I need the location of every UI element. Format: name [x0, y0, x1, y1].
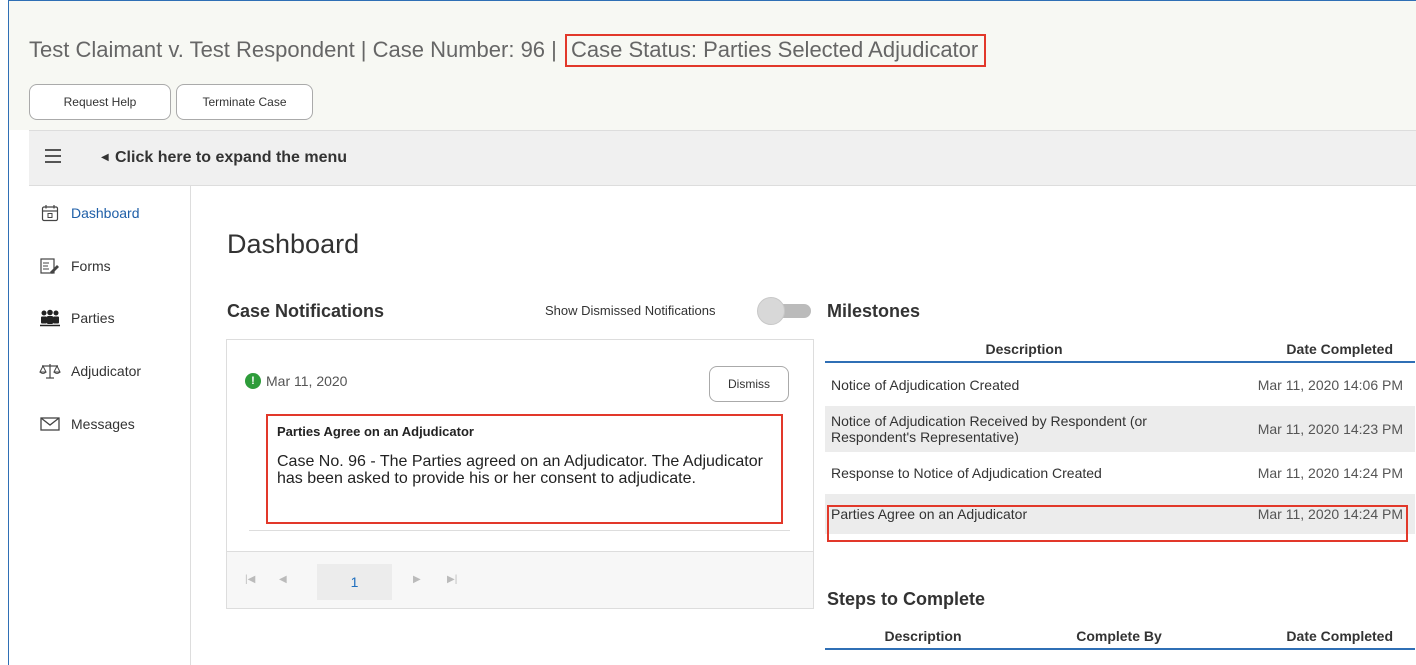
notifications-panel: ! Mar 11, 2020 Dismiss Parties Agree on …	[226, 339, 814, 609]
people-icon	[39, 308, 61, 328]
milestone-description: Notice of Adjudication Created	[831, 376, 1020, 393]
menu-bar[interactable]: ◀ Click here to expand the menu	[29, 130, 1416, 186]
column-header: Description	[825, 336, 1223, 363]
prev-page-icon[interactable]: ◀	[279, 574, 287, 585]
calendar-icon	[39, 203, 61, 223]
case-header: Test Claimant v. Test Respondent | Case …	[9, 1, 1416, 130]
milestone-date: Mar 11, 2020 14:06 PM	[1257, 376, 1403, 393]
notification-date: ! Mar 11, 2020	[245, 373, 347, 389]
page-title: Dashboard	[227, 229, 360, 259]
notification-date-text: Mar 11, 2020	[266, 373, 348, 389]
notifications-title: Case Notifications	[227, 301, 385, 321]
app-frame: Test Claimant v. Test Respondent | Case …	[8, 0, 1416, 665]
next-page-icon[interactable]: ▶	[413, 574, 421, 585]
sidebar-item-label: Adjudicator	[71, 363, 142, 379]
case-status: Case Status: Parties Selected Adjudicato…	[565, 34, 987, 67]
milestone-description: Notice of Adjudication Received by Respo…	[825, 406, 1223, 452]
toggle-knob	[757, 297, 785, 325]
column-header: Complete By	[1021, 623, 1217, 650]
caret-left-icon: ◀	[101, 152, 109, 163]
alert-icon: !	[245, 373, 261, 389]
divider	[249, 530, 790, 531]
sidebar-item-parties[interactable]: Parties	[39, 307, 115, 329]
column-header: Date Completed	[1223, 336, 1415, 363]
sidebar: Dashboard Forms Parties Adjudicator Mess…	[29, 186, 191, 665]
case-title: Test Claimant v. Test Respondent | Case …	[29, 34, 987, 67]
notification-body: Parties Agree on an Adjudicator Case No.…	[266, 414, 783, 524]
milestone-date: Mar 11, 2020 14:24 PM	[1257, 465, 1403, 481]
sidebar-item-forms[interactable]: Forms	[39, 255, 111, 277]
sidebar-item-label: Parties	[71, 310, 115, 326]
sidebar-item-label: Dashboard	[71, 205, 140, 221]
hamburger-icon[interactable]	[45, 149, 61, 167]
milestones-title: Milestones	[827, 301, 921, 321]
sidebar-item-messages[interactable]: Messages	[39, 413, 135, 435]
case-title-text: Test Claimant v. Test Respondent | Case …	[29, 37, 557, 62]
column-header: Description	[825, 623, 1021, 650]
notification-heading: Parties Agree on an Adjudicator	[277, 424, 474, 439]
terminate-case-button[interactable]: Terminate Case	[176, 84, 313, 120]
notification-text: Case No. 96 - The Parties agreed on an A…	[277, 453, 763, 487]
milestone-date: Mar 11, 2020 14:23 PM	[1223, 406, 1415, 452]
scales-icon	[39, 361, 61, 381]
steps-title: Steps to Complete	[827, 589, 986, 609]
forms-icon	[39, 256, 61, 276]
table-row: Response to Notice of Adjudication Creat…	[825, 452, 1415, 494]
milestone-description: Response to Notice of Adjudication Creat…	[831, 465, 1102, 481]
last-page-icon[interactable]: ▶|	[447, 574, 457, 585]
first-page-icon[interactable]: |◀	[245, 574, 255, 585]
notification-card: ! Mar 11, 2020 Dismiss Parties Agree on …	[227, 340, 813, 552]
envelope-icon	[39, 414, 61, 434]
show-dismissed-toggle[interactable]	[757, 297, 815, 325]
sidebar-item-label: Forms	[71, 258, 111, 274]
steps-table: Description Complete By Date Completed	[825, 623, 1415, 650]
column-header: Date Completed	[1217, 623, 1415, 650]
sidebar-item-label: Messages	[71, 416, 135, 432]
sidebar-item-adjudicator[interactable]: Adjudicator	[39, 360, 141, 382]
expand-menu-link[interactable]: Click here to expand the menu	[115, 149, 347, 167]
request-help-button[interactable]: Request Help	[29, 84, 171, 120]
sidebar-item-dashboard[interactable]: Dashboard	[39, 202, 140, 224]
milestone-highlight	[827, 505, 1408, 542]
table-row: Notice of Adjudication Received by Respo…	[825, 406, 1415, 452]
current-page[interactable]: 1	[317, 564, 392, 600]
table-row: Notice of Adjudication Created Mar 11, 2…	[825, 362, 1415, 406]
dismiss-button[interactable]: Dismiss	[709, 366, 789, 402]
show-dismissed-label: Show Dismissed Notifications	[545, 303, 716, 318]
pager: |◀ ◀ 1 ▶ ▶|	[227, 562, 813, 602]
